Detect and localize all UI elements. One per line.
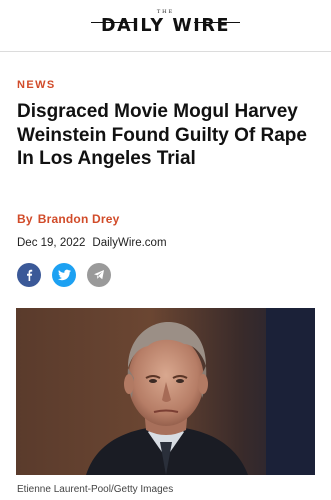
twitter-share-button[interactable] (52, 263, 76, 287)
twitter-icon (57, 269, 71, 281)
telegram-share-button[interactable] (87, 263, 111, 287)
daily-wire-logo[interactable]: THE DAILY WIRE (0, 9, 331, 37)
photo-caption: Etienne Laurent-Pool/Getty Images (17, 484, 174, 495)
article-headline: Disgraced Movie Mogul Harvey Weinstein F… (17, 101, 307, 169)
author-link[interactable]: Brandon Drey (38, 212, 120, 226)
site-name: DailyWire.com (92, 237, 167, 249)
telegram-icon (94, 270, 104, 280)
article-meta: Dec 19, 2022 DailyWire.com (17, 237, 167, 249)
weinstein-photo-illustration (16, 308, 315, 475)
publish-date: Dec 19, 2022 (17, 237, 86, 249)
byline-prefix: By (17, 212, 33, 226)
article-photo[interactable] (16, 308, 315, 475)
facebook-share-button[interactable] (17, 263, 41, 287)
logo-rule-left (91, 22, 137, 23)
byline: By Brandon Drey (17, 212, 120, 226)
facebook-icon (27, 269, 33, 281)
logo-wordmark: DAILY WIRE (100, 16, 230, 36)
logo-rule-right (194, 22, 240, 23)
category-label[interactable]: NEWS (17, 79, 56, 91)
site-header: THE DAILY WIRE (0, 0, 331, 52)
